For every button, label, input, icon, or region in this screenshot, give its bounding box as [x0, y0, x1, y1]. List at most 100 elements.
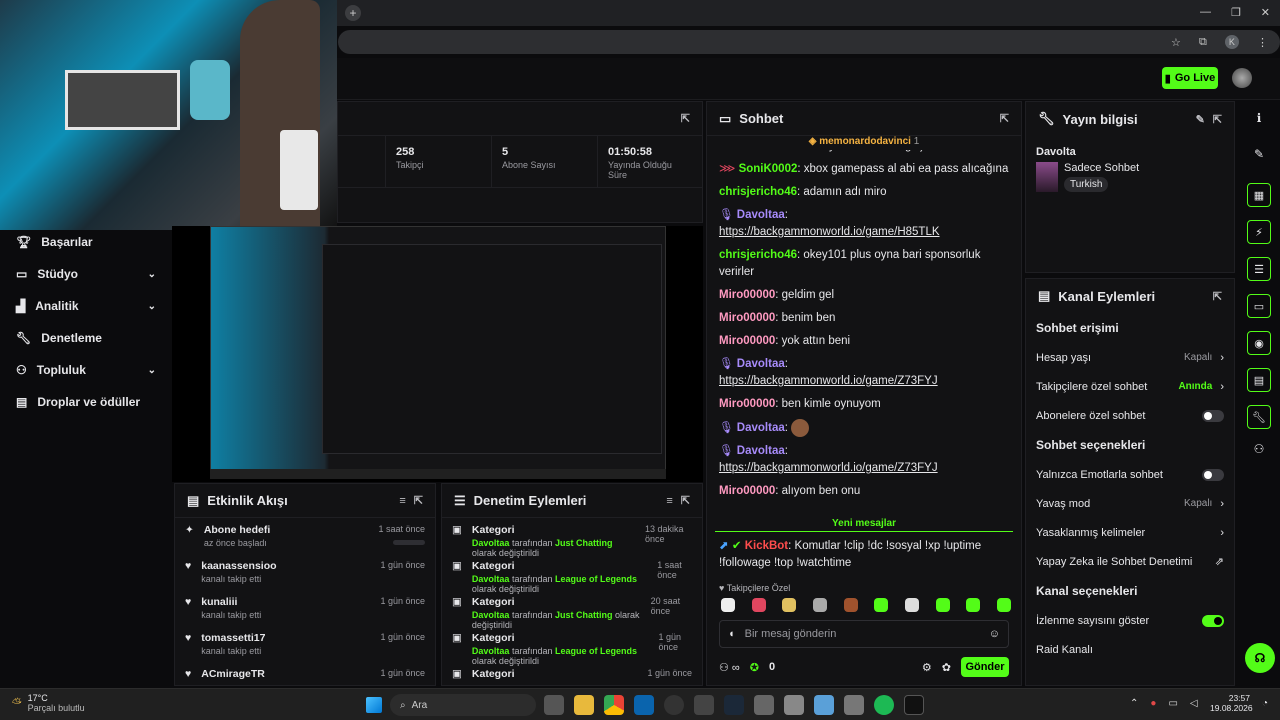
start-button[interactable]	[366, 697, 382, 713]
chat-username[interactable]: Davoltaa	[737, 422, 785, 434]
chat-link[interactable]: https://backgammonworld.io/game/Z73FYJ	[719, 375, 938, 387]
activity-row[interactable]: ✦ Abone hedefi az önce başladı 1 saat önce	[185, 518, 425, 554]
activity-row[interactable]: ♥ ACmirageTR 1 gün önce	[185, 662, 425, 686]
emote[interactable]	[751, 598, 766, 612]
new-messages-divider[interactable]: Yeni mesajlar	[715, 518, 1013, 532]
emote[interactable]	[904, 598, 919, 612]
filter-icon[interactable]: ≡	[666, 495, 672, 507]
raid-channel-setting[interactable]: Raid Kanalı	[1036, 635, 1224, 664]
sidebar-item-denetleme[interactable]: 🔧︎ Denetleme	[0, 322, 172, 354]
banned-words-setting[interactable]: Yasaklanmış kelimeler ›	[1036, 518, 1224, 547]
chat-username[interactable]: Miro00000	[719, 398, 775, 410]
task-view-icon[interactable]	[544, 695, 564, 715]
show-viewers-toggle[interactable]	[1202, 614, 1224, 627]
go-live-button[interactable]: ▮ Go Live	[1162, 67, 1218, 89]
emote[interactable]	[782, 598, 797, 612]
popout-icon[interactable]: ⇱	[1213, 290, 1222, 303]
rail-list-icon[interactable]: ☰	[1247, 257, 1271, 281]
emote[interactable]	[996, 598, 1011, 612]
subs-chat-toggle[interactable]	[1202, 409, 1224, 422]
chat-link[interactable]: https://backgammonworld.io/game/Z73FYJ	[719, 462, 938, 474]
sidebar-item-basarilar[interactable]: 🏆︎ Başarılar	[0, 226, 172, 258]
rail-wrench-icon[interactable]: 🔧︎	[1247, 405, 1271, 429]
emote-only-toggle[interactable]	[1202, 468, 1224, 481]
mic-icon[interactable]: ●	[1150, 698, 1156, 709]
terminal-icon[interactable]	[904, 695, 924, 715]
user-avatar[interactable]	[1232, 68, 1252, 88]
rail-chat-icon[interactable]: ▭	[1247, 294, 1271, 318]
chat-username[interactable]: SoniK0002	[739, 163, 798, 175]
account-age-setting[interactable]: Hesap yaşı Kapalı ›	[1036, 343, 1224, 372]
chat-input[interactable]: ◖ Bir mesaj gönderin ☺	[719, 620, 1009, 648]
chat-username[interactable]: Davoltaa	[737, 445, 785, 457]
chevron-up-icon[interactable]: ⌃	[1130, 698, 1138, 709]
popout-icon[interactable]: ⇱	[681, 112, 690, 125]
calculator-icon[interactable]	[754, 695, 774, 715]
rail-lightning-icon[interactable]: ⚡︎	[1247, 220, 1271, 244]
rail-channel-actions-icon[interactable]: ▤	[1247, 368, 1271, 392]
info-icon[interactable]: ℹ	[1240, 111, 1278, 125]
ai-moderation-setting[interactable]: Yapay Zeka ile Sohbet Denetimi ⇗	[1036, 547, 1224, 576]
edit-icon[interactable]: ✎	[1240, 147, 1278, 161]
rail-users-icon[interactable]: ⚇	[1240, 442, 1278, 456]
chat-link[interactable]: https://backgammonworld.io/game/H85TLK	[719, 226, 940, 238]
obs-icon[interactable]	[664, 695, 684, 715]
popout-icon[interactable]: ⇱	[1000, 112, 1009, 125]
rail-broadcast-icon[interactable]: ◉	[1247, 331, 1271, 355]
profile-avatar[interactable]: K	[1224, 35, 1239, 49]
activity-row[interactable]: ♥ tomassetti17 kanalı takip etti 1 gün önce	[185, 626, 425, 662]
sidebar-item-droplar[interactable]: ▤ Droplar ve ödüller	[0, 386, 172, 418]
followers-chat-setting[interactable]: Takipçilere özel sohbet Anında ›	[1036, 372, 1224, 401]
chat-username[interactable]: Miro00000	[719, 485, 775, 497]
maximize-icon[interactable]: ❐	[1231, 6, 1241, 22]
emote[interactable]	[843, 598, 858, 612]
moderation-row[interactable]: ▣ Kategori Davoltaa tarafından Just Chatti…	[452, 590, 692, 630]
taskbar-search[interactable]: ⌕ Ara	[390, 694, 536, 716]
moderation-row[interactable]: ▣ Kategori Davoltaa tarafından League of L…	[452, 554, 692, 594]
chrome-icon[interactable]	[604, 695, 624, 715]
edit-icon[interactable]: ✎	[1196, 113, 1205, 126]
mod-tools-icon[interactable]: ✿	[942, 661, 951, 674]
emote[interactable]	[812, 598, 827, 612]
emote[interactable]	[721, 598, 735, 612]
app-icon[interactable]	[784, 695, 804, 715]
file-explorer-icon[interactable]	[574, 695, 594, 715]
rail-stats-icon[interactable]: ▦	[1247, 183, 1271, 207]
weather-widget[interactable]: ⛅︎ 17°C Parçalı bulutlu	[12, 693, 85, 713]
stream-preview[interactable]	[172, 226, 703, 482]
moderation-row[interactable]: ▣ Kategori Davoltaa tarafından League of L…	[452, 626, 692, 666]
activity-row[interactable]: ♥ kunaliii kanalı takip etti 1 gün önce	[185, 590, 425, 626]
popout-icon[interactable]: ⇱	[414, 494, 423, 507]
chat-username[interactable]: Miro00000	[719, 289, 775, 301]
steam-icon[interactable]	[724, 695, 744, 715]
chat-username[interactable]: chrisjericho46	[719, 249, 797, 261]
chat-username[interactable]: Davoltaa	[737, 358, 785, 370]
emote[interactable]	[935, 598, 950, 612]
extensions-icon[interactable]: ⧉	[1199, 36, 1207, 49]
activity-row[interactable]: ♥ kaanassensioo kanalı takip etti 1 gün önc…	[185, 554, 425, 590]
volume-icon[interactable]: ◁	[1190, 698, 1198, 709]
spotify-icon[interactable]	[874, 695, 894, 715]
chat-username[interactable]: Miro00000	[719, 312, 775, 324]
moderation-row[interactable]: ▣ Kategori Davoltaa tarafından Just Chatti…	[452, 518, 692, 558]
filter-icon[interactable]: ≡	[399, 495, 405, 507]
chat-username[interactable]: Miro00000	[719, 335, 775, 347]
emote[interactable]	[874, 598, 889, 612]
popout-icon[interactable]: ⇱	[681, 494, 690, 507]
minimize-icon[interactable]: —	[1200, 6, 1211, 22]
slow-mode-setting[interactable]: Yavaş mod Kapalı ›	[1036, 489, 1224, 518]
chat-username[interactable]: Davoltaa	[737, 209, 785, 221]
bookmark-star-icon[interactable]: ☆	[1171, 36, 1181, 49]
sidebar-item-topluluk[interactable]: ⚇ Topluluk ⌄	[0, 354, 172, 386]
browser-menu-icon[interactable]: ⋮	[1257, 36, 1268, 49]
chat-username[interactable]: chrisjericho46	[719, 186, 797, 198]
sidebar-item-studyo[interactable]: ▭ Stüdyo ⌄	[0, 258, 172, 290]
help-headset-icon[interactable]: ☊	[1245, 643, 1275, 673]
chat-username[interactable]: Miro00000	[719, 150, 775, 152]
send-button[interactable]: Gönder	[961, 657, 1009, 677]
sidebar-item-analitik[interactable]: ▟ Analitik ⌄	[0, 290, 172, 322]
settings-gear-icon[interactable]: ⚙	[922, 661, 932, 674]
users-infinity-icon[interactable]: ⚇ ∞	[719, 661, 740, 674]
emote[interactable]	[966, 598, 981, 612]
new-tab-button[interactable]: +	[345, 5, 361, 21]
